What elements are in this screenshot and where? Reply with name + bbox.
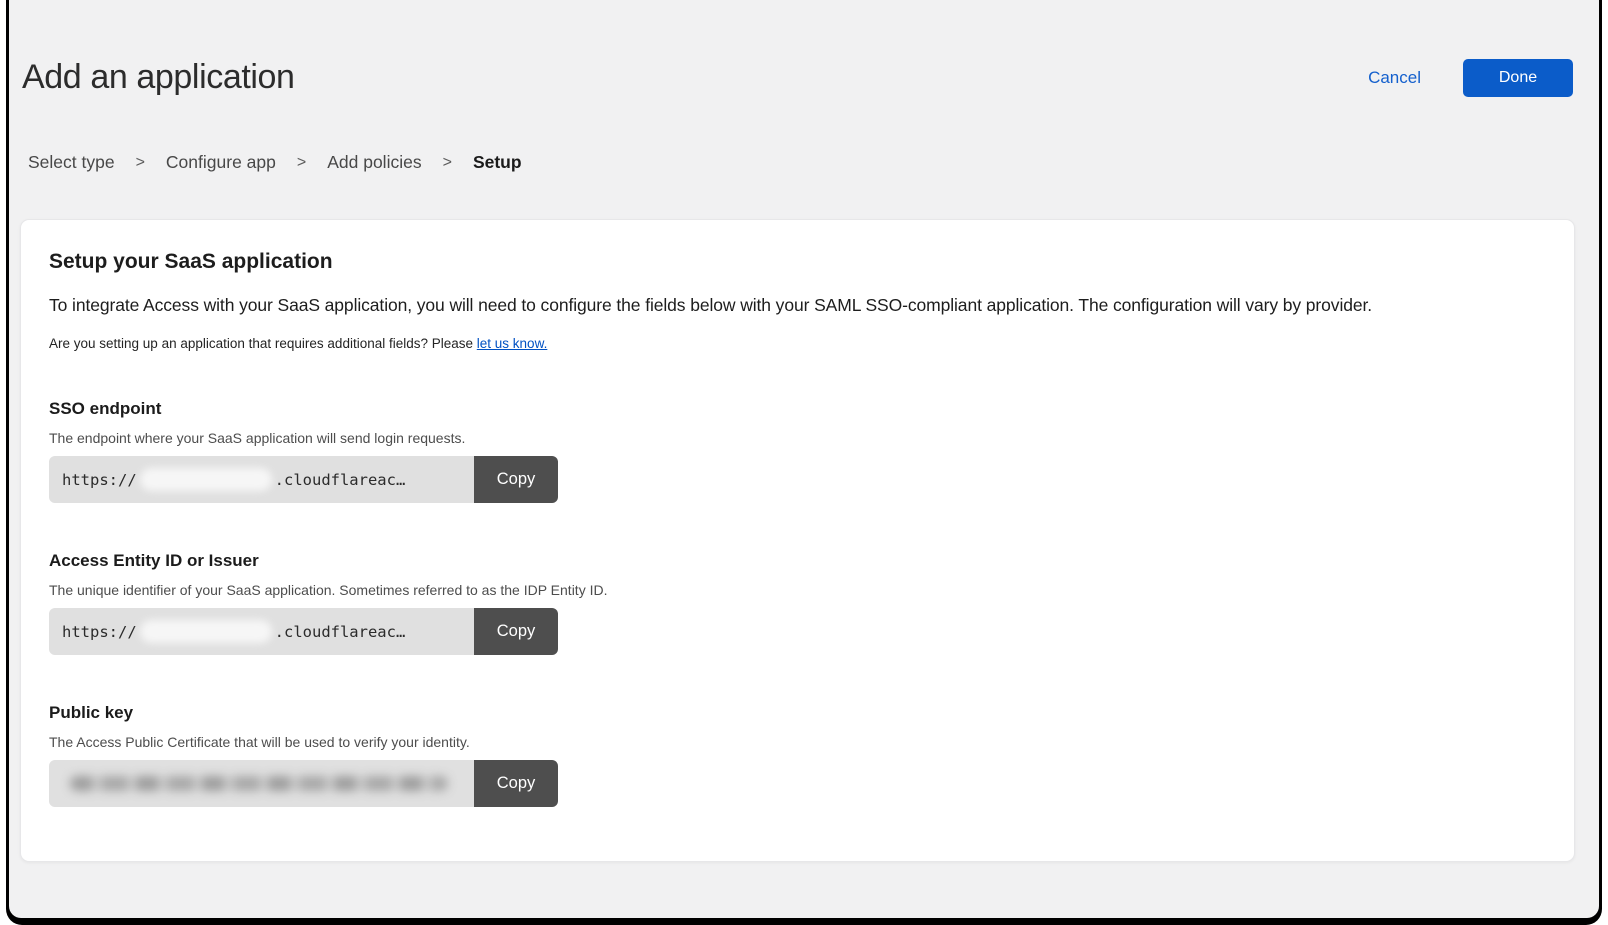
let-us-know-link[interactable]: let us know. — [477, 336, 548, 351]
sso-endpoint-section: SSO endpoint The endpoint where your Saa… — [49, 399, 1546, 503]
entity-id-section: Access Entity ID or Issuer The unique id… — [49, 551, 1546, 655]
card-heading: Setup your SaaS application — [49, 250, 1546, 274]
card-intro-text: To integrate Access with your SaaS appli… — [49, 295, 1546, 316]
breadcrumb-separator: > — [136, 154, 145, 172]
breadcrumb-step-select-type[interactable]: Select type — [28, 152, 115, 173]
breadcrumb-step-configure-app[interactable]: Configure app — [166, 152, 276, 173]
redacted-blur — [70, 776, 448, 791]
redacted-blur — [140, 620, 272, 643]
public-key-field: Copy — [49, 760, 558, 807]
breadcrumb: Select type > Configure app > Add polici… — [9, 152, 1599, 173]
page-title: Add an application — [22, 58, 295, 97]
entity-id-copy-button[interactable]: Copy — [474, 608, 558, 655]
public-key-value — [49, 760, 474, 807]
sso-endpoint-value-suffix: .cloudflareac… — [275, 471, 406, 489]
redacted-blur — [140, 468, 272, 491]
breadcrumb-step-add-policies[interactable]: Add policies — [327, 152, 421, 173]
entity-id-value-suffix: .cloudflareac… — [275, 623, 406, 641]
card-note-text: Are you setting up an application that r… — [49, 336, 477, 351]
breadcrumb-separator: > — [443, 154, 452, 172]
page-header: Add an application Cancel Done — [9, 0, 1599, 97]
entity-id-description: The unique identifier of your SaaS appli… — [49, 582, 1546, 598]
sso-endpoint-copy-button[interactable]: Copy — [474, 456, 558, 503]
entity-id-label: Access Entity ID or Issuer — [49, 551, 1546, 571]
cancel-button[interactable]: Cancel — [1368, 68, 1421, 88]
entity-id-field: https:// .cloudflareac… Copy — [49, 608, 558, 655]
done-button[interactable]: Done — [1463, 59, 1573, 97]
public-key-section: Public key The Access Public Certificate… — [49, 703, 1546, 807]
app-window: Add an application Cancel Done Select ty… — [9, 0, 1599, 918]
public-key-description: The Access Public Certificate that will … — [49, 734, 1546, 750]
card-note: Are you setting up an application that r… — [49, 336, 1546, 351]
sso-endpoint-label: SSO endpoint — [49, 399, 1546, 419]
breadcrumb-step-setup: Setup — [473, 152, 522, 173]
header-actions: Cancel Done — [1368, 59, 1573, 97]
public-key-copy-button[interactable]: Copy — [474, 760, 558, 807]
entity-id-value: https:// .cloudflareac… — [49, 608, 474, 655]
entity-id-value-prefix: https:// — [62, 623, 137, 641]
setup-card: Setup your SaaS application To integrate… — [20, 219, 1575, 862]
sso-endpoint-value: https:// .cloudflareac… — [49, 456, 474, 503]
sso-endpoint-description: The endpoint where your SaaS application… — [49, 430, 1546, 446]
public-key-label: Public key — [49, 703, 1546, 723]
breadcrumb-separator: > — [297, 154, 306, 172]
sso-endpoint-value-prefix: https:// — [62, 471, 137, 489]
sso-endpoint-field: https:// .cloudflareac… Copy — [49, 456, 558, 503]
